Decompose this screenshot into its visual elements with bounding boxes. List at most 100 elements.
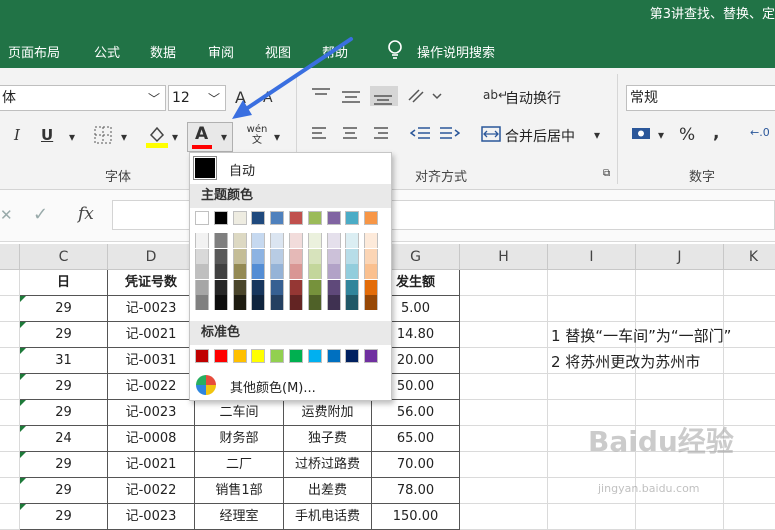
theme-shade-swatch[interactable] (345, 264, 360, 279)
comma-style-button[interactable]: , (713, 123, 719, 143)
theme-color-swatch[interactable] (364, 211, 379, 225)
theme-shade-swatch[interactable] (289, 279, 303, 295)
empty-cell[interactable] (636, 296, 724, 322)
theme-shade-swatch[interactable] (345, 248, 360, 264)
table-header-cell[interactable]: 日 (20, 270, 108, 296)
wrap-text-button[interactable]: 自动换行 (505, 88, 561, 108)
theme-shade-swatch[interactable] (195, 233, 209, 248)
empty-cell[interactable] (724, 348, 775, 374)
grow-font-button[interactable]: A (235, 88, 246, 107)
table-cell[interactable]: 70.00 (372, 452, 460, 478)
table-cell[interactable]: 56.00 (372, 400, 460, 426)
empty-cell[interactable] (636, 270, 724, 296)
theme-shade-swatch[interactable] (364, 248, 379, 264)
empty-cell[interactable] (724, 374, 775, 400)
theme-shade-swatch[interactable] (232, 279, 247, 295)
theme-shade-swatch[interactable] (270, 233, 285, 248)
enter-icon[interactable]: ✓ (33, 204, 48, 225)
table-cell[interactable]: 记-0008 (108, 426, 195, 452)
theme-shade-swatch[interactable] (232, 295, 247, 310)
chevron-down-icon[interactable]: ▾ (69, 130, 75, 144)
column-header-i[interactable]: I (548, 244, 636, 270)
italic-button[interactable]: I (14, 126, 20, 144)
table-cell[interactable]: 记-0021 (108, 322, 195, 348)
percent-style-button[interactable]: % (679, 125, 695, 145)
theme-shade-swatch[interactable] (251, 279, 266, 295)
empty-cell[interactable] (460, 400, 548, 426)
tell-me-search[interactable]: 操作说明搜索 (417, 42, 495, 61)
tab-help[interactable]: 帮助 (322, 42, 348, 61)
empty-cell[interactable] (460, 478, 548, 504)
automatic-color-option[interactable]: 自动 (190, 153, 391, 183)
theme-color-swatch[interactable] (251, 211, 266, 225)
table-cell[interactable]: 29 (20, 322, 108, 348)
cancel-icon[interactable]: ✕ (0, 206, 13, 224)
table-cell[interactable]: 财务部 (195, 426, 284, 452)
theme-shade-swatch[interactable] (364, 279, 379, 295)
cell-stub[interactable] (0, 504, 20, 530)
theme-shade-swatch[interactable] (307, 279, 322, 295)
table-cell[interactable]: 29 (20, 374, 108, 400)
tab-formulas[interactable]: 公式 (94, 42, 120, 61)
table-cell[interactable]: 二车间 (195, 400, 284, 426)
table-cell[interactable]: 78.00 (372, 478, 460, 504)
standard-color-swatch[interactable] (289, 349, 303, 363)
theme-shade-swatch[interactable] (364, 233, 379, 248)
table-cell[interactable]: 记-0023 (108, 400, 195, 426)
theme-shade-swatch[interactable] (307, 233, 322, 248)
table-cell[interactable]: 运费附加 (284, 400, 372, 426)
table-cell[interactable]: 31 (20, 348, 108, 374)
table-cell[interactable]: 出差费 (284, 478, 372, 504)
empty-cell[interactable] (460, 270, 548, 296)
theme-shade-swatch[interactable] (345, 295, 360, 310)
theme-shade-swatch[interactable] (270, 295, 285, 310)
theme-color-swatch[interactable] (326, 211, 341, 225)
theme-shade-swatch[interactable] (326, 248, 341, 264)
theme-shade-swatch[interactable] (195, 279, 209, 295)
table-cell[interactable]: 150.00 (372, 504, 460, 530)
merge-center-icon[interactable] (481, 126, 501, 142)
theme-shade-swatch[interactable] (270, 264, 285, 279)
tab-page-layout[interactable]: 页面布局 (8, 42, 60, 61)
empty-cell[interactable] (724, 270, 775, 296)
table-cell[interactable]: 记-0023 (108, 504, 195, 530)
accounting-format-icon[interactable] (631, 126, 653, 142)
chevron-down-icon[interactable]: ▾ (172, 130, 178, 144)
theme-shade-swatch[interactable] (213, 279, 228, 295)
font-color-button[interactable]: A ▾ (187, 122, 233, 152)
table-cell[interactable]: 29 (20, 478, 108, 504)
tab-data[interactable]: 数据 (150, 42, 176, 61)
theme-shade-swatch[interactable] (289, 264, 303, 279)
merge-center-button[interactable]: 合并后居中 (505, 126, 575, 146)
table-cell[interactable]: 记-0022 (108, 374, 195, 400)
theme-shade-swatch[interactable] (364, 295, 379, 310)
standard-color-swatch[interactable] (195, 349, 209, 363)
indent-icons[interactable] (410, 126, 460, 142)
table-cell[interactable]: 29 (20, 400, 108, 426)
table-cell[interactable]: 29 (20, 452, 108, 478)
theme-shade-swatch[interactable] (364, 264, 379, 279)
fill-color-icon[interactable] (146, 123, 168, 149)
column-header-b[interactable] (0, 244, 20, 270)
theme-shade-swatch[interactable] (270, 279, 285, 295)
theme-shade-swatch[interactable] (232, 248, 247, 264)
theme-color-swatch[interactable] (307, 211, 322, 225)
table-cell[interactable]: 过桥过路费 (284, 452, 372, 478)
number-format-select[interactable]: 常规 (626, 85, 775, 111)
underline-button[interactable]: U (41, 126, 53, 144)
theme-shade-swatch[interactable] (213, 248, 228, 264)
theme-shade-swatch[interactable] (307, 295, 322, 310)
cell-stub[interactable] (0, 374, 20, 400)
cell-stub[interactable] (0, 400, 20, 426)
cell-stub[interactable] (0, 452, 20, 478)
theme-shade-swatch[interactable] (307, 248, 322, 264)
column-header-j[interactable]: J (636, 244, 724, 270)
standard-color-swatch[interactable] (213, 349, 228, 363)
theme-shade-swatch[interactable] (213, 264, 228, 279)
standard-color-swatch[interactable] (270, 349, 285, 363)
theme-color-swatch[interactable] (270, 211, 285, 225)
standard-color-swatch[interactable] (326, 349, 341, 363)
theme-shade-swatch[interactable] (251, 264, 266, 279)
empty-cell[interactable] (636, 504, 724, 530)
table-cell[interactable]: 记-0023 (108, 296, 195, 322)
